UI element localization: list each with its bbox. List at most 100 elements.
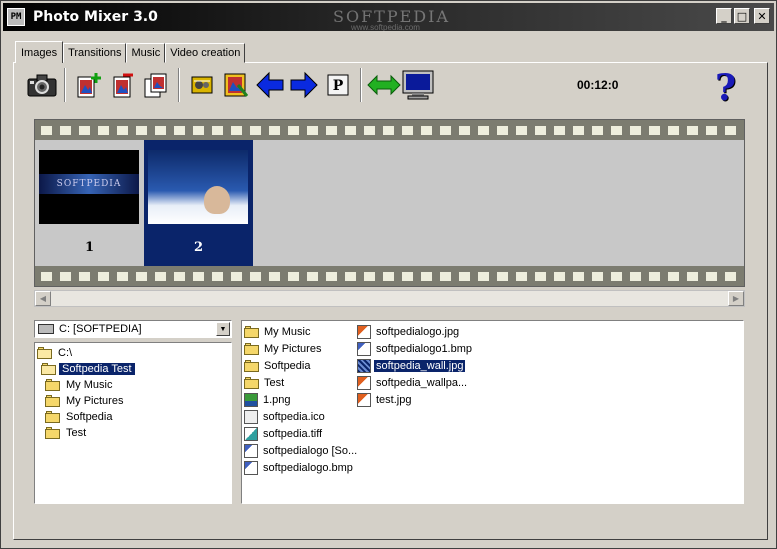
minimize-button[interactable]: _ [716,8,732,24]
sprocket-hole [668,271,679,281]
image-effects-button[interactable] [219,68,253,102]
filmstrip-sprockets-top [35,120,744,140]
list-item[interactable]: softpedia_wallpa... [357,374,474,391]
sprocket-hole [630,125,641,135]
settings-button[interactable] [185,68,219,102]
swap-arrows-icon [367,74,401,96]
p-icon: P [327,74,349,96]
folder-icon [244,376,260,389]
folder-icon [45,379,61,391]
properties-button[interactable]: P [321,68,355,102]
sprocket-hole [383,125,394,135]
scroll-left-arrow-icon[interactable]: ◀ [35,291,51,306]
camera-icon [27,74,57,97]
frame-number: 2 [193,240,204,255]
list-item[interactable]: softpedialogo [So... [244,442,359,459]
svg-text:P: P [333,78,344,94]
tree-item[interactable]: Softpedia Test [35,361,231,377]
list-item[interactable]: softpedia.ico [244,408,359,425]
tab-video-creation[interactable]: Video creation [165,43,246,63]
file-column: My Music My Pictures Softpedia Test 1.pn… [244,323,359,476]
filmstrip-frames: SOFTPEDIA 1 2 [35,140,744,266]
sprocket-hole [554,125,565,135]
sprocket-hole [440,271,451,281]
scroll-right-arrow-icon[interactable]: ▶ [728,291,744,306]
frame-thumbnail [148,150,248,224]
film-frame[interactable]: 2 [144,140,253,266]
sprocket-hole [212,271,223,281]
frame-thumbnail: SOFTPEDIA [39,150,139,224]
filmstrip-scrollbar[interactable]: ◀ ▶ [34,290,745,307]
move-right-button[interactable] [287,68,321,102]
preview-button[interactable] [401,68,435,102]
sprocket-hole [668,125,679,135]
sprocket-hole [117,125,128,135]
sprocket-hole [193,271,204,281]
watermark-url: www.softpedia.com [351,23,420,32]
bmp-file-icon [357,341,371,356]
list-item[interactable]: Softpedia [244,357,359,374]
camera-button[interactable] [25,68,59,102]
sprocket-hole [79,271,90,281]
sprocket-hole [136,125,147,135]
move-left-button[interactable] [253,68,287,102]
remove-image-button[interactable] [105,68,139,102]
sprocket-hole [326,271,337,281]
file-label: softpedia.tiff [263,427,323,440]
sprocket-hole [79,125,90,135]
swap-button[interactable] [367,68,401,102]
sprocket-hole [421,125,432,135]
drive-icon [38,324,54,334]
sprocket-hole [364,125,375,135]
list-item[interactable]: softpedia_wall.jpg [357,357,474,374]
sprocket-hole [269,271,280,281]
sprocket-hole [60,271,71,281]
list-item[interactable]: softpedialogo1.bmp [357,340,474,357]
sprocket-hole [459,125,470,135]
tab-strip: Images Transitions Music Video creation [15,41,246,63]
file-label: 1.png [263,393,291,406]
tab-music[interactable]: Music [126,43,166,63]
add-image-button[interactable] [71,68,105,102]
tab-images[interactable]: Images [15,41,64,63]
close-button[interactable]: ✕ [754,8,770,24]
file-label: Test [264,376,285,389]
folder-open-icon [37,347,53,359]
file-label: My Music [264,325,311,338]
list-item[interactable]: My Music [244,323,359,340]
jpg-file-icon [357,358,371,373]
tab-transitions[interactable]: Transitions [63,43,127,63]
tree-item[interactable]: Test [35,425,231,441]
image-effects-icon [224,73,249,97]
film-frame[interactable]: SOFTPEDIA 1 [35,140,144,266]
title-bar[interactable]: PM Photo Mixer 3.0 SOFTPEDIA www.softped… [3,3,774,32]
list-item[interactable]: test.jpg [357,391,474,408]
toolbar-separator [64,68,66,102]
tree-item[interactable]: My Music [35,377,231,393]
sprocket-hole [592,125,603,135]
copy-image-icon [144,73,167,98]
drive-label: C: [SOFTPEDIA] [59,323,142,335]
tree-item[interactable]: Softpedia [35,409,231,425]
app-window: PM Photo Mixer 3.0 SOFTPEDIA www.softped… [0,0,777,549]
sprocket-hole [288,271,299,281]
tree-item-label: Test [66,427,87,439]
copy-image-button[interactable] [139,68,173,102]
add-image-icon [77,73,101,98]
list-item[interactable]: softpedialogo.bmp [244,459,359,476]
file-label: softpedialogo.bmp [263,461,353,474]
sprocket-hole [459,271,470,281]
sprocket-hole [630,271,641,281]
list-item[interactable]: softpedialogo.jpg [357,323,474,340]
tree-item[interactable]: C:\ [35,345,231,361]
list-item[interactable]: 1.png [244,391,359,408]
help-button[interactable]: ? [715,67,736,109]
list-item[interactable]: My Pictures [244,340,359,357]
list-item[interactable]: Test [244,374,359,391]
tree-item[interactable]: My Pictures [35,393,231,409]
list-item[interactable]: softpedia.tiff [244,425,359,442]
chevron-down-icon[interactable]: ▼ [216,322,230,336]
drive-select[interactable]: C: [SOFTPEDIA] ▼ [34,320,232,338]
sprocket-hole [421,271,432,281]
maximize-button[interactable]: □ [734,8,750,24]
